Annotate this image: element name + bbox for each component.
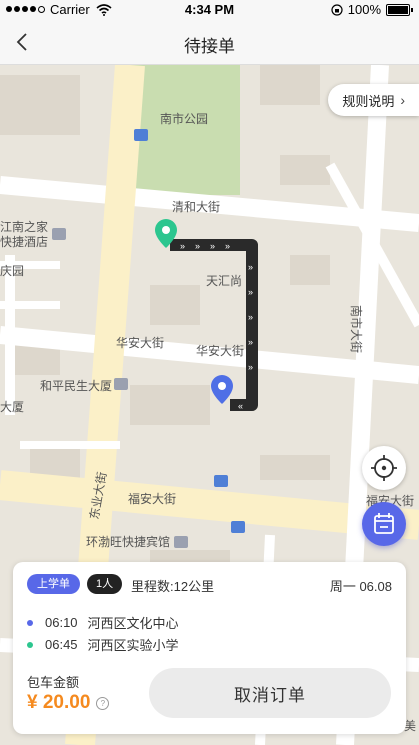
pickup-time: 06:10 [45,615,78,630]
help-icon[interactable]: ? [96,696,110,710]
rules-button-label: 规则说明 [342,93,395,109]
pickup-row: 06:10 河西区文化中心 [27,613,179,632]
building-icon [114,378,128,390]
people-count-badge: 1人 [87,574,123,594]
map-label-street: 华安大街 [116,335,164,350]
dropoff-row: 06:45 河西区实验小学 [27,635,179,654]
dropoff-time: 06:45 [45,637,78,652]
page-title: 待接单 [184,37,235,56]
map-label-poi: 大厦 [0,400,24,414]
map-label-poi: 庆园 [0,264,24,278]
mileage-label: 里程数:12公里 [131,579,215,594]
chevron-right-icon: › [400,92,405,108]
amount-value: ¥ 20.00 [27,692,91,713]
navigation-bar: 待接单 [0,20,419,65]
order-card: 上学单 1人 里程数:12公里 周一 06.08 06:10 河西区文化中心 0… [13,562,406,734]
svg-text:»: » [248,312,253,322]
map-label-poi: 快捷酒店 [0,235,48,249]
dropoff-dot-icon [27,641,33,648]
svg-text:»: » [248,287,253,297]
hotel-icon [52,228,66,240]
svg-text:»: » [195,241,200,251]
hotel-icon [174,536,188,548]
battery-icon [386,3,410,16]
dropoff-place: 河西区实验小学 [87,638,179,653]
amount-label: 包车金额 [27,675,80,690]
map-label-street: 福安大街 [128,491,176,506]
bus-stop-icon [134,129,148,141]
orientation-lock-icon [331,3,343,16]
map-label-poi: 天汇尚 [206,274,242,288]
svg-text:»: » [225,241,230,251]
svg-text:»: » [248,362,253,372]
calendar-button[interactable] [362,502,406,546]
map-label-park: 南市公园 [160,111,208,126]
locate-button[interactable] [362,446,406,490]
svg-text:»: » [248,337,253,347]
status-bar: Carrier 4:34 PM 100% [0,0,419,20]
pickup-dot-icon [27,619,33,626]
crosshair-icon [371,455,397,481]
svg-text:»: » [248,262,253,272]
pickup-place: 河西区文化中心 [87,616,179,631]
svg-text:»: » [180,241,185,251]
map-label-street: 清和大街 [172,200,220,214]
amount-value-wrap: ¥ 20.00 ? [27,692,110,714]
map-label-poi: 江南之家 [0,219,48,234]
map-label-poi: 环渤旺快捷宾馆 [86,534,170,549]
calendar-icon [374,513,394,534]
battery-percent: 100% [347,2,381,17]
bus-stop-icon [214,475,228,487]
svg-text:«: « [238,401,243,411]
svg-text:»: » [210,241,215,251]
order-date: 周一 06.08 [329,579,392,594]
map-label-street: 南市大街 [349,305,364,353]
bus-stop-icon [231,521,245,533]
order-type-badge: 上学单 [27,574,80,594]
cancel-order-button[interactable]: 取消订单 [149,668,391,718]
map-label-poi: 和平民生大厦 [40,379,112,393]
rules-button[interactable]: 规则说明 › [328,84,419,116]
map-label-street: 华安大街 [196,343,244,358]
